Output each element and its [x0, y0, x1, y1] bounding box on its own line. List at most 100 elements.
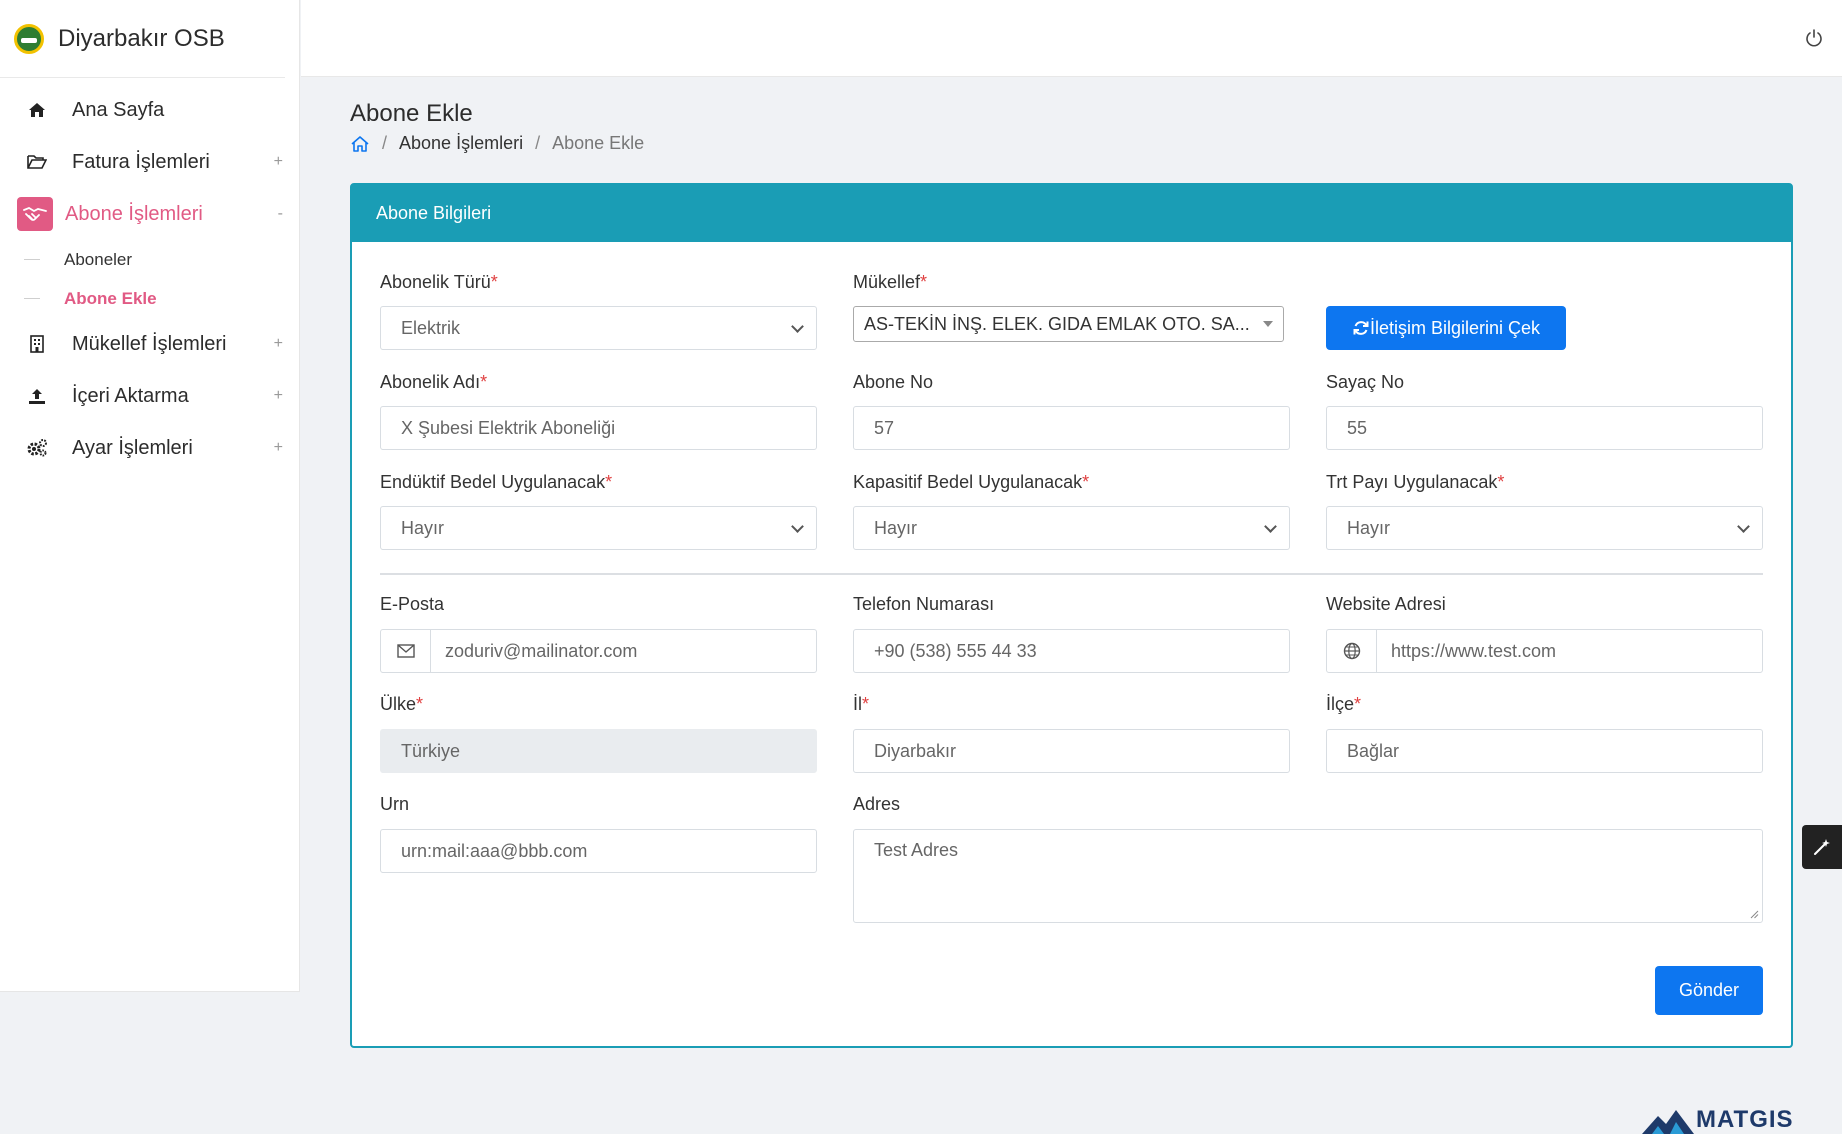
- card-body: Abonelik Türü* Elektrik Mükellef* AS-TEK…: [352, 242, 1791, 1048]
- trt-label: Trt Payı Uygulanacak*: [1326, 472, 1505, 492]
- sidebar-item-fatura[interactable]: Fatura İşlemleri +: [0, 136, 299, 188]
- power-icon[interactable]: [1804, 28, 1824, 48]
- breadcrumb: / Abone İşlemleri / Abone Ekle: [350, 133, 644, 154]
- telefon-input[interactable]: +90 (538) 555 44 33: [853, 629, 1290, 673]
- refresh-icon: [1353, 321, 1369, 335]
- input-value: https://www.test.com: [1391, 640, 1557, 661]
- ilce-label: İlçe*: [1326, 694, 1362, 714]
- abonelik-adi-input[interactable]: X Şubesi Elektrik Aboneliği: [380, 406, 817, 450]
- website-input[interactable]: https://www.test.com: [1326, 629, 1763, 673]
- submit-button[interactable]: Gönder: [1655, 966, 1763, 1015]
- magic-wand-icon: [1814, 839, 1830, 855]
- submenu-item-label: Aboneler: [64, 249, 133, 269]
- input-value: Türkiye: [401, 740, 461, 761]
- customizer-toggle[interactable]: [1802, 825, 1842, 869]
- sidebar-item-label: Mükellef İşlemleri: [72, 332, 227, 355]
- kapasitif-label: Kapasitif Bedel Uygulanacak*: [853, 472, 1090, 492]
- gears-icon: [22, 433, 52, 463]
- building-icon: [22, 329, 52, 359]
- breadcrumb-parent-link[interactable]: Abone İşlemleri: [399, 133, 523, 154]
- sidebar: Diyarbakır OSB Ana Sayfa Fatura İşlemler…: [0, 0, 300, 992]
- input-value: zoduriv@mailinator.com: [445, 640, 638, 661]
- breadcrumb-separator: /: [382, 133, 388, 153]
- resize-handle-icon[interactable]: [1749, 909, 1759, 919]
- breadcrumb-separator: /: [535, 133, 541, 153]
- required-mark: *: [862, 694, 870, 714]
- input-value: 55: [1347, 417, 1368, 438]
- page-title: Abone Ekle: [350, 100, 473, 127]
- footer-logo: MATGIS: [1642, 1100, 1794, 1134]
- kapasitif-select[interactable]: Hayır: [853, 506, 1290, 550]
- urn-label: Urn: [380, 794, 410, 814]
- brand[interactable]: Diyarbakır OSB: [0, 0, 285, 78]
- expand-toggle-icon[interactable]: +: [274, 439, 283, 457]
- sidebar-item-ayar[interactable]: Ayar İşlemleri +: [0, 422, 299, 474]
- mountain-logo-icon: [1642, 1106, 1694, 1134]
- telefon-label: Telefon Numarası: [853, 594, 995, 614]
- il-input[interactable]: Diyarbakır: [853, 729, 1290, 773]
- abonelik-adi-label: Abonelik Adı*: [380, 372, 488, 392]
- abone-no-label: Abone No: [853, 372, 934, 392]
- expand-toggle-icon[interactable]: +: [274, 387, 283, 405]
- sidebar-item-abone[interactable]: Abone İşlemleri -: [0, 188, 299, 240]
- submenu-item-aboneler[interactable]: Aboneler: [0, 240, 299, 279]
- expand-toggle-icon[interactable]: +: [274, 335, 283, 353]
- home-icon: [22, 95, 52, 125]
- fetch-contact-button[interactable]: İletişim Bilgilerini Çek: [1326, 306, 1566, 350]
- select-value: Hayır: [874, 517, 918, 538]
- home-icon[interactable]: [350, 134, 370, 154]
- input-value: +90 (538) 555 44 33: [874, 640, 1037, 661]
- mukellef-select[interactable]: AS-TEKİN İNŞ. ELEK. GIDA EMLAK OTO. SA..…: [853, 306, 1284, 342]
- select-value: Elektrik: [401, 317, 461, 338]
- sidebar-menu: Ana Sayfa Fatura İşlemleri + Abone İşlem…: [0, 78, 299, 474]
- required-mark: *: [490, 272, 498, 292]
- required-mark: *: [1354, 694, 1362, 714]
- breadcrumb-current: Abone Ekle: [552, 133, 645, 153]
- handshake-icon: [17, 197, 53, 231]
- sidebar-item-iceri-aktarma[interactable]: İçeri Aktarma +: [0, 370, 299, 422]
- select-value: AS-TEKİN İNŞ. ELEK. GIDA EMLAK OTO. SA..…: [864, 313, 1250, 334]
- abonelik-turu-select[interactable]: Elektrik: [380, 306, 817, 350]
- required-mark: *: [605, 472, 613, 492]
- submenu-item-abone-ekle[interactable]: Abone Ekle: [0, 279, 299, 318]
- ulke-input: Türkiye: [380, 729, 817, 773]
- card-header: Abone Bilgileri: [352, 185, 1791, 242]
- abone-no-input[interactable]: 57: [853, 406, 1290, 450]
- brand-name: Diyarbakır OSB: [58, 24, 225, 52]
- sidebar-item-ana-sayfa[interactable]: Ana Sayfa: [0, 84, 299, 136]
- input-value: Bağlar: [1347, 740, 1400, 761]
- ilce-input[interactable]: Bağlar: [1326, 729, 1763, 773]
- brand-logo-icon: [14, 23, 44, 54]
- globe-icon: [1327, 630, 1377, 672]
- collapse-toggle-icon[interactable]: -: [278, 205, 283, 223]
- submenu-dash: [24, 298, 40, 299]
- input-value: urn:mail:aaa@bbb.com: [401, 840, 588, 861]
- sidebar-item-label: Fatura İşlemleri: [72, 150, 210, 173]
- enduktif-select[interactable]: Hayır: [380, 506, 817, 550]
- input-value: X Şubesi Elektrik Aboneliği: [401, 417, 616, 438]
- abone-form-card: Abone Bilgileri Abonelik Türü* Elektrik …: [350, 183, 1793, 1048]
- sidebar-item-label: Ayar İşlemleri: [72, 436, 193, 459]
- expand-toggle-icon[interactable]: +: [274, 153, 283, 171]
- eposta-input[interactable]: zoduriv@mailinator.com: [380, 629, 817, 673]
- footer-logo-text: MATGIS: [1696, 1106, 1794, 1133]
- required-mark: *: [480, 372, 488, 392]
- required-mark: *: [1082, 472, 1090, 492]
- sayac-no-input[interactable]: 55: [1326, 406, 1763, 450]
- button-label: İletişim Bilgilerini Çek: [1369, 317, 1541, 338]
- adres-textarea[interactable]: Test Adres: [853, 829, 1763, 923]
- il-label: İl*: [853, 694, 870, 714]
- sayac-no-label: Sayaç No: [1326, 372, 1405, 392]
- required-mark: *: [416, 694, 424, 714]
- textarea-value: Test Adres: [874, 840, 959, 860]
- ulke-label: Ülke*: [380, 694, 424, 714]
- select-value: Hayır: [1347, 517, 1391, 538]
- submenu-item-label: Abone Ekle: [64, 288, 157, 308]
- submenu-dash: [24, 259, 40, 260]
- urn-input[interactable]: urn:mail:aaa@bbb.com: [380, 829, 817, 873]
- website-label: Website Adresi: [1326, 594, 1446, 614]
- sidebar-item-label: İçeri Aktarma: [72, 384, 189, 407]
- trt-select[interactable]: Hayır: [1326, 506, 1763, 550]
- sidebar-item-mukellef[interactable]: Mükellef İşlemleri +: [0, 318, 299, 370]
- enduktif-label: Endüktif Bedel Uygulanacak*: [380, 472, 613, 492]
